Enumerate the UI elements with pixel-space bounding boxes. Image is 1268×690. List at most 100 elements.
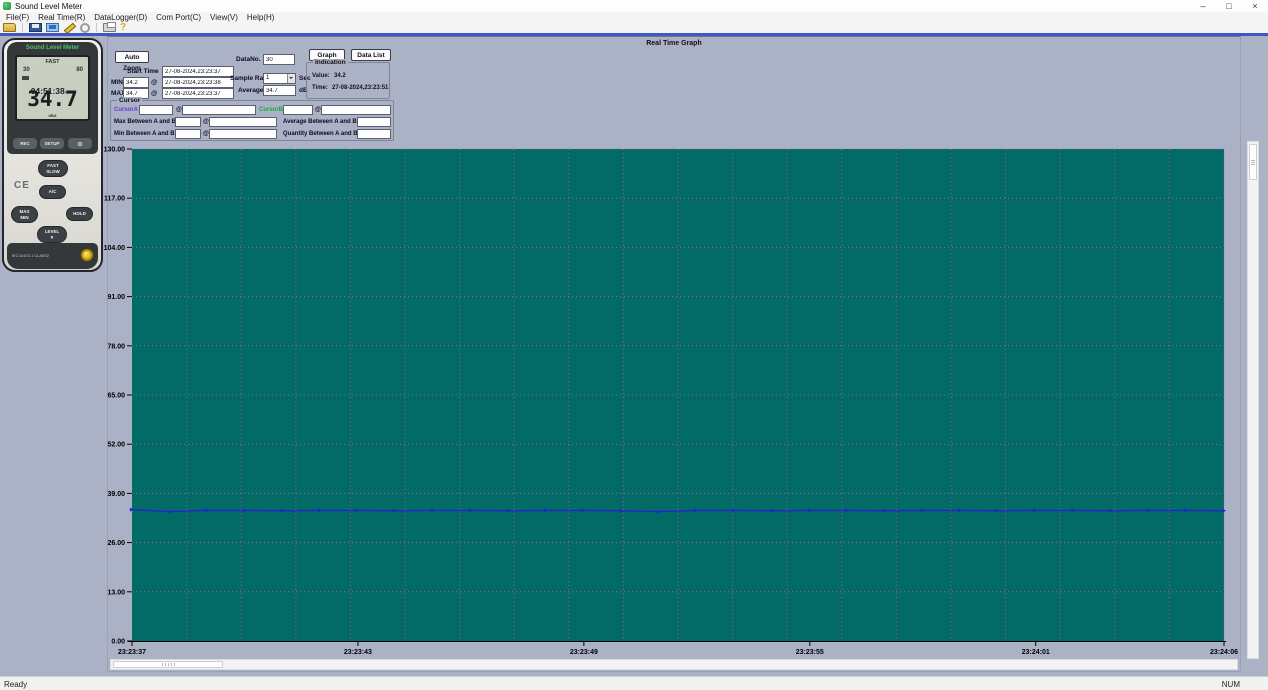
- max-at-label: @: [151, 90, 157, 97]
- x-axis-label: 23:23:55: [796, 649, 824, 656]
- cursor-a-value-field[interactable]: [139, 105, 173, 115]
- open-file-icon[interactable]: [3, 23, 16, 32]
- sample-rate-value: 1: [266, 75, 269, 81]
- restore-button[interactable]: □: [1216, 0, 1242, 12]
- max-between-value-field[interactable]: [175, 117, 201, 127]
- cursor-group: Cursor CursorA @ CursorB @ Max Between A…: [110, 100, 394, 141]
- indication-value: 34.2: [334, 73, 346, 79]
- status-bar: Ready NUM: [0, 676, 1268, 690]
- horizontal-scrollbar-thumb[interactable]: [113, 661, 223, 668]
- menu-item[interactable]: File(F): [3, 13, 35, 22]
- stop-icon[interactable]: [80, 23, 90, 33]
- device-standard-text: IEC 61672-1 CLASS2: [12, 254, 49, 258]
- min-time-field[interactable]: [162, 77, 234, 88]
- quantity-between-label: Quantity Between A and B: [283, 131, 358, 137]
- min-at-label: @: [151, 79, 157, 86]
- device-title: Sound Level Meter: [7, 45, 98, 51]
- lcd-mode: FAST: [17, 59, 88, 65]
- max-between-label: Max Between A and B: [114, 119, 176, 125]
- start-time-field[interactable]: [162, 66, 234, 77]
- toolbar-separator: [22, 23, 23, 32]
- window-title: Sound Level Meter: [15, 2, 82, 11]
- menu-item[interactable]: View(V): [207, 13, 244, 22]
- lcd-value: 34.7: [17, 89, 88, 110]
- panel-title: Real Time Graph: [107, 40, 1241, 47]
- indication-value-label: Value:: [312, 73, 330, 79]
- level-button-image: LEVEL▼: [37, 226, 67, 243]
- y-axis-label: 52.00: [107, 442, 125, 449]
- ce-mark: CE: [14, 180, 30, 191]
- level-arrow-icon: ▼: [50, 235, 54, 240]
- y-axis-label: 104.00: [104, 245, 125, 252]
- setup-pen-icon[interactable]: [63, 23, 76, 32]
- cursor-b-value-field[interactable]: [283, 105, 313, 115]
- y-axis-label: 65.00: [107, 393, 125, 400]
- min-between-label: Min Between A and B: [114, 131, 175, 137]
- rec-button-image: REC: [13, 138, 37, 149]
- average-field[interactable]: [263, 85, 296, 96]
- hold-button-image: HOLD: [66, 207, 93, 221]
- indication-time: 27-08-2024,23:23:51: [332, 85, 388, 91]
- toolbar: ?: [0, 22, 1268, 33]
- x-axis-label: 23:24:01: [1022, 649, 1050, 656]
- slow-label: SLOW: [46, 169, 60, 174]
- max-time-field[interactable]: [162, 88, 234, 99]
- min-between-at-label: @: [203, 131, 209, 137]
- vertical-scrollbar[interactable]: [1247, 141, 1259, 659]
- cursor-a-time-field[interactable]: [182, 105, 256, 115]
- sample-rate-select[interactable]: 1: [263, 73, 296, 84]
- min-label: MIN: [111, 79, 123, 86]
- horizontal-scrollbar[interactable]: [110, 659, 1238, 670]
- hold-label: HOLD: [73, 211, 86, 216]
- data-list-button[interactable]: Data List: [351, 49, 391, 61]
- cursor-a-at-label: @: [176, 107, 182, 113]
- min-value-field[interactable]: [123, 77, 149, 88]
- menu-item[interactable]: DataLogger(D): [91, 13, 153, 22]
- y-axis-label: 0.00: [111, 639, 125, 646]
- device-top-bezel: Sound Level Meter FAST 30 80 04:51:38TIM…: [7, 42, 98, 154]
- help-icon[interactable]: ?: [120, 23, 126, 33]
- menu-item[interactable]: Help(H): [244, 13, 281, 22]
- device-bottom-bezel: IEC 61672-1 CLASS2: [7, 243, 98, 269]
- min-between-time-field[interactable]: [209, 129, 277, 139]
- ac-label: A/C: [49, 189, 57, 194]
- min-label-device: MIN: [20, 215, 28, 220]
- cursor-b-time-field[interactable]: [321, 105, 391, 115]
- status-text: Ready: [4, 680, 27, 689]
- vertical-scrollbar-thumb[interactable]: [1249, 144, 1257, 180]
- max-between-time-field[interactable]: [209, 117, 277, 127]
- realtime-monitor-icon[interactable]: [46, 23, 59, 32]
- cursor-b-at-label: @: [315, 107, 321, 113]
- x-axis-label: 23:23:43: [344, 649, 372, 656]
- device-image: Sound Level Meter FAST 30 80 04:51:38TIM…: [2, 38, 103, 272]
- close-button[interactable]: ×: [1242, 0, 1268, 12]
- min-between-value-field[interactable]: [175, 129, 201, 139]
- cursor-b-label: CursorB: [259, 107, 283, 113]
- menu-item[interactable]: Com Port(C): [153, 13, 207, 22]
- datano-field[interactable]: [263, 54, 295, 65]
- auto-zoom-button[interactable]: Auto Zoom: [115, 51, 149, 63]
- y-axis-label: 78.00: [107, 343, 125, 350]
- y-axis-label: 39.00: [107, 491, 125, 498]
- average-between-label: Average Between A and B: [283, 119, 357, 125]
- toolbar-separator: [96, 23, 97, 32]
- average-between-field[interactable]: [357, 117, 391, 127]
- average-label: Average: [238, 87, 263, 94]
- backlight-button-image: [68, 138, 92, 149]
- title-bar: Sound Level Meter – □ ×: [0, 0, 1268, 12]
- quantity-between-field[interactable]: [357, 129, 391, 139]
- save-icon[interactable]: [29, 23, 42, 32]
- lcd-bargraph: [22, 76, 29, 80]
- setup-button-image: SETUP: [40, 138, 64, 149]
- start-time-label: Start Time: [127, 68, 159, 75]
- power-button-image: [81, 249, 93, 261]
- fast-slow-button-image: FASTSLOW: [38, 160, 68, 177]
- realtime-chart: 0.0013.0026.0039.0052.0065.0078.0091.001…: [104, 140, 1244, 660]
- minimize-button[interactable]: –: [1190, 0, 1216, 12]
- print-icon[interactable]: [103, 23, 116, 32]
- indication-group: Indication Value: 34.2 Time: 27-08-2024,…: [306, 62, 390, 99]
- lcd-range-high: 80: [76, 67, 83, 73]
- cursor-legend: Cursor: [117, 97, 142, 104]
- menu-item[interactable]: Real Time(R): [35, 13, 91, 22]
- max-between-at-label: @: [203, 119, 209, 125]
